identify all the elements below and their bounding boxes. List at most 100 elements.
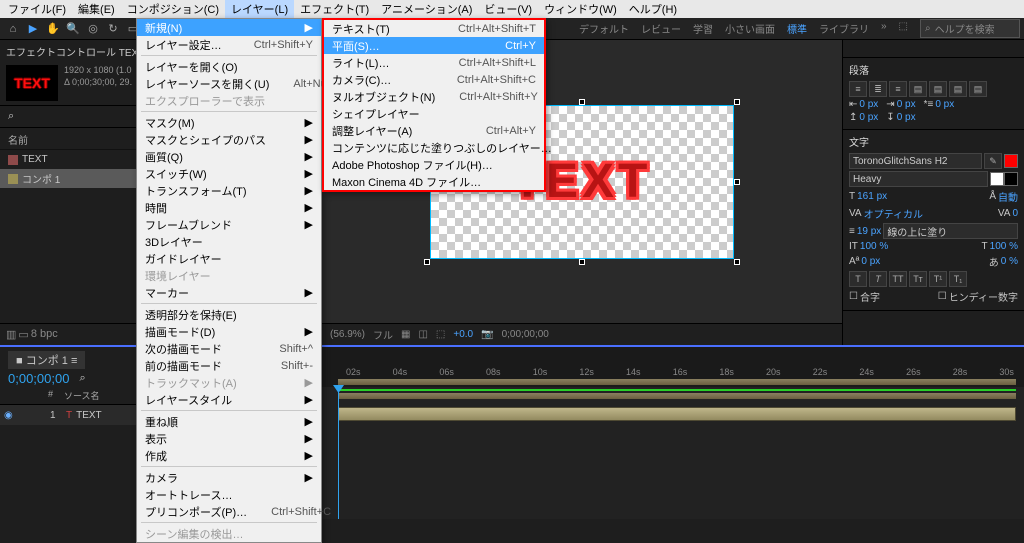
menu-effect[interactable]: エフェクト(T) (294, 0, 375, 18)
subscript-icon[interactable]: T₁ (949, 271, 967, 287)
align-right-icon[interactable]: ≡ (889, 81, 907, 97)
current-time[interactable]: 0;00;00;00 (8, 371, 69, 386)
mask-icon[interactable]: ◫ (418, 329, 427, 340)
menu-item[interactable]: 画質(Q)▶ (137, 148, 321, 165)
hscale-value[interactable]: 100 % (990, 241, 1018, 252)
menu-item[interactable]: オートトレース… (137, 486, 321, 503)
menu-item[interactable]: Maxon Cinema 4D ファイル… (324, 173, 544, 190)
space-after-value[interactable]: 0 px (897, 112, 916, 123)
hindi-checkbox[interactable]: ☐ (938, 291, 947, 302)
stroke-order-dropdown[interactable]: 線の上に塗り (883, 223, 1018, 239)
menu-help[interactable]: ヘルプ(H) (623, 0, 683, 18)
vscale-value[interactable]: 100 % (860, 241, 888, 252)
justify-left-icon[interactable]: ▤ (909, 81, 927, 97)
menu-item[interactable]: マーカー▶ (137, 284, 321, 301)
rotate-tool-icon[interactable]: ↻ (104, 20, 122, 38)
menu-item[interactable]: 調整レイヤー(A)Ctrl+Alt+Y (324, 122, 544, 139)
menu-item[interactable]: コンテンツに応じた塗りつぶしのレイヤー… (324, 139, 544, 156)
menu-item[interactable]: トランスフォーム(T)▶ (137, 182, 321, 199)
menu-item[interactable]: テキスト(T)Ctrl+Alt+Shift+T (324, 20, 544, 37)
interpret-icon[interactable]: ▥ (6, 328, 16, 341)
toggle-icon[interactable]: ⬚ (436, 329, 445, 340)
menu-view[interactable]: ビュー(V) (478, 0, 538, 18)
menu-item[interactable]: 重ね順▶ (137, 413, 321, 430)
menu-window[interactable]: ウィンドウ(W) (538, 0, 623, 18)
allcaps-icon[interactable]: TT (889, 271, 907, 287)
eyedropper-icon[interactable]: ✎ (984, 153, 1002, 169)
menu-item[interactable]: スイッチ(W)▶ (137, 165, 321, 182)
stroke-white-swatch[interactable] (990, 172, 1004, 186)
home-icon[interactable]: ⌂ (4, 20, 22, 38)
menu-item[interactable]: 作成▶ (137, 447, 321, 464)
stroke-width-value[interactable]: 19 px (857, 226, 881, 237)
menu-item[interactable]: 描画モード(D)▶ (137, 323, 321, 340)
menu-item[interactable]: 環境レイヤー (137, 267, 321, 284)
playhead[interactable] (338, 387, 339, 519)
justify-center-icon[interactable]: ▤ (929, 81, 947, 97)
menu-item[interactable]: マスクとシェイプのパス▶ (137, 131, 321, 148)
ws-more-icon[interactable]: » (881, 21, 887, 36)
fill-swatch[interactable] (1004, 154, 1018, 168)
visibility-icon[interactable]: ◉ (4, 410, 18, 421)
ws-small[interactable]: 小さい画面 (725, 21, 775, 36)
leading-value[interactable]: 自動 (998, 189, 1018, 204)
menu-file[interactable]: ファイル(F) (2, 0, 72, 18)
layer-duration-bar[interactable] (338, 407, 1016, 421)
justify-right-icon[interactable]: ▤ (949, 81, 967, 97)
menu-item[interactable]: カメラ(C)…Ctrl+Alt+Shift+C (324, 71, 544, 88)
menu-item[interactable]: エクスプローラーで表示 (137, 92, 321, 109)
work-area-bar[interactable] (338, 389, 1016, 391)
bold-icon[interactable]: T (849, 271, 867, 287)
menu-item[interactable]: シーン編集の検出… (137, 525, 321, 542)
orbit-tool-icon[interactable]: ◎ (84, 20, 102, 38)
menu-item[interactable]: Adobe Photoshop ファイル(H)… (324, 156, 544, 173)
preview-tc[interactable]: 0;00;00;00 (502, 329, 549, 340)
indent-left-value[interactable]: 0 px (859, 99, 878, 110)
timeline-tracks[interactable] (322, 387, 1024, 519)
baseline-value[interactable]: 0 px (861, 256, 880, 267)
superscript-icon[interactable]: T¹ (929, 271, 947, 287)
menu-layer[interactable]: レイヤー(L) (225, 0, 294, 18)
tracking-value[interactable]: 0 (1012, 208, 1018, 219)
menu-item[interactable]: 3Dレイヤー (137, 233, 321, 250)
zoom-tool-icon[interactable]: 🔍 (64, 20, 82, 38)
menu-item[interactable]: フレームブレンド▶ (137, 216, 321, 233)
res-dropdown[interactable]: フル (373, 327, 393, 342)
snapshot-icon[interactable]: 📷 (481, 329, 493, 340)
search-icon[interactable]: ⌕ (8, 110, 14, 123)
bpc-toggle[interactable]: 8 bpc (31, 328, 58, 341)
ws-library[interactable]: ライブラリ (819, 21, 869, 36)
menu-item[interactable]: 次の描画モードShift+^ (137, 340, 321, 357)
menu-item[interactable]: シェイプレイヤー (324, 105, 544, 122)
menu-item[interactable]: レイヤーソースを開く(U)Alt+Numpad Enter (137, 75, 321, 92)
menu-item[interactable]: マスク(M)▶ (137, 114, 321, 131)
italic-icon[interactable]: T (869, 271, 887, 287)
timeline-comp-tab[interactable]: ■ コンポ 1 ≡ (8, 351, 85, 369)
menu-item[interactable]: カメラ▶ (137, 469, 321, 486)
indent-right-value[interactable]: 0 px (897, 99, 916, 110)
ws-sync-icon[interactable]: ⬚ (899, 21, 908, 36)
exposure-value[interactable]: +0.0 (453, 329, 473, 340)
menu-item[interactable]: 時間▶ (137, 199, 321, 216)
grid-icon[interactable]: ▦ (401, 329, 410, 340)
justify-all-icon[interactable]: ▤ (969, 81, 987, 97)
folder-icon[interactable]: ▭ (18, 328, 28, 341)
menu-item[interactable]: 透明部分を保持(E) (137, 306, 321, 323)
time-ruler[interactable]: 02s04s06s08s10s12s14s16s18s20s22s24s26s2… (322, 347, 1024, 387)
font-weight-dropdown[interactable]: Heavy (849, 171, 988, 187)
font-family-dropdown[interactable]: ToronoGlitchSans H2 (849, 153, 982, 169)
kerning-value[interactable]: オプティカル (864, 206, 923, 221)
menu-item[interactable]: トラックマット(A)▶ (137, 374, 321, 391)
menu-item[interactable]: ガイドレイヤー (137, 250, 321, 267)
indent-first-value[interactable]: 0 px (935, 99, 954, 110)
smallcaps-icon[interactable]: Tᴛ (909, 271, 927, 287)
font-size-value[interactable]: 161 px (857, 191, 887, 202)
menu-item[interactable]: 前の描画モードShift+- (137, 357, 321, 374)
menu-item[interactable]: プリコンポーズ(P)…Ctrl+Shift+C (137, 503, 321, 520)
menu-item[interactable]: ライト(L)…Ctrl+Alt+Shift+L (324, 54, 544, 71)
ws-standard[interactable]: 標準 (787, 21, 807, 36)
menu-animation[interactable]: アニメーション(A) (375, 0, 478, 18)
menu-item[interactable]: レイヤー設定…Ctrl+Shift+Y (137, 36, 321, 53)
space-before-value[interactable]: 0 px (859, 112, 878, 123)
ws-learn[interactable]: 学習 (693, 21, 713, 36)
